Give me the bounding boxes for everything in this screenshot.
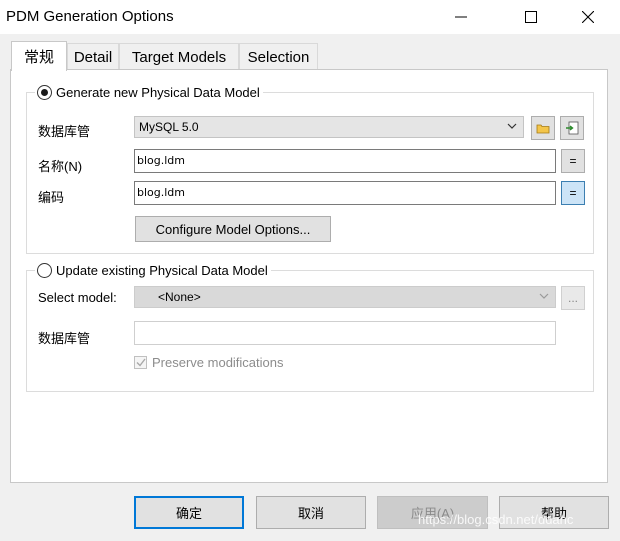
- update-dbms-field[interactable]: [134, 321, 556, 345]
- ok-button[interactable]: 确定: [134, 496, 244, 529]
- import-icon: [566, 121, 579, 135]
- select-model-dropdown[interactable]: <None>: [134, 286, 556, 308]
- update-dbms-label: 数据库管: [38, 331, 91, 346]
- tab-target-models[interactable]: Target Models: [119, 43, 239, 70]
- chevron-down-icon: [507, 123, 517, 129]
- preserve-checkbox[interactable]: [134, 356, 147, 369]
- close-button[interactable]: [565, 0, 611, 34]
- close-icon: [582, 11, 594, 23]
- folder-icon: [536, 124, 550, 134]
- update-radio[interactable]: [37, 263, 52, 278]
- preserve-modifications-option[interactable]: Preserve modifications: [134, 355, 284, 370]
- cancel-button[interactable]: 取消: [256, 496, 366, 529]
- tab-detail[interactable]: Detail: [67, 43, 119, 70]
- update-option-label: Update existing Physical Data Model: [56, 263, 268, 278]
- minimize-icon: [455, 16, 467, 18]
- dbms-label: 数据库管: [38, 124, 91, 139]
- title-bar: PDM Generation Options: [0, 0, 620, 34]
- update-option[interactable]: Update existing Physical Data Model: [35, 263, 271, 278]
- generate-option[interactable]: Generate new Physical Data Model: [35, 85, 263, 100]
- code-label: 编码: [38, 190, 65, 205]
- dbms-select[interactable]: MySQL 5.0: [134, 116, 524, 138]
- code-field[interactable]: blog.ldm: [134, 181, 556, 205]
- configure-model-options-button[interactable]: Configure Model Options...: [135, 216, 331, 242]
- name-label: 名称(N): [38, 159, 83, 174]
- code-equals-button[interactable]: =: [561, 181, 585, 205]
- window-title: PDM Generation Options: [6, 8, 174, 25]
- import-button[interactable]: [560, 116, 584, 140]
- minimize-button[interactable]: [438, 0, 484, 34]
- select-model-more-button[interactable]: ...: [561, 286, 585, 310]
- dbms-select-value: MySQL 5.0: [139, 120, 199, 134]
- checkmark-icon: [136, 358, 146, 367]
- maximize-button[interactable]: [508, 0, 554, 34]
- watermark-text: https://blog.csdn.net/ddahc: [418, 512, 574, 527]
- tab-general[interactable]: 常规: [11, 41, 67, 71]
- name-equals-button[interactable]: =: [561, 149, 585, 173]
- chevron-down-icon: [539, 293, 549, 299]
- select-model-label: Select model:: [38, 290, 117, 305]
- select-model-value: <None>: [158, 290, 201, 304]
- browse-folder-button[interactable]: [531, 116, 555, 140]
- generate-radio[interactable]: [37, 85, 52, 100]
- tab-selection[interactable]: Selection: [239, 43, 318, 70]
- preserve-label: Preserve modifications: [152, 355, 284, 370]
- name-field[interactable]: blog.ldm: [134, 149, 556, 173]
- generate-option-label: Generate new Physical Data Model: [56, 85, 260, 100]
- maximize-icon: [525, 11, 537, 23]
